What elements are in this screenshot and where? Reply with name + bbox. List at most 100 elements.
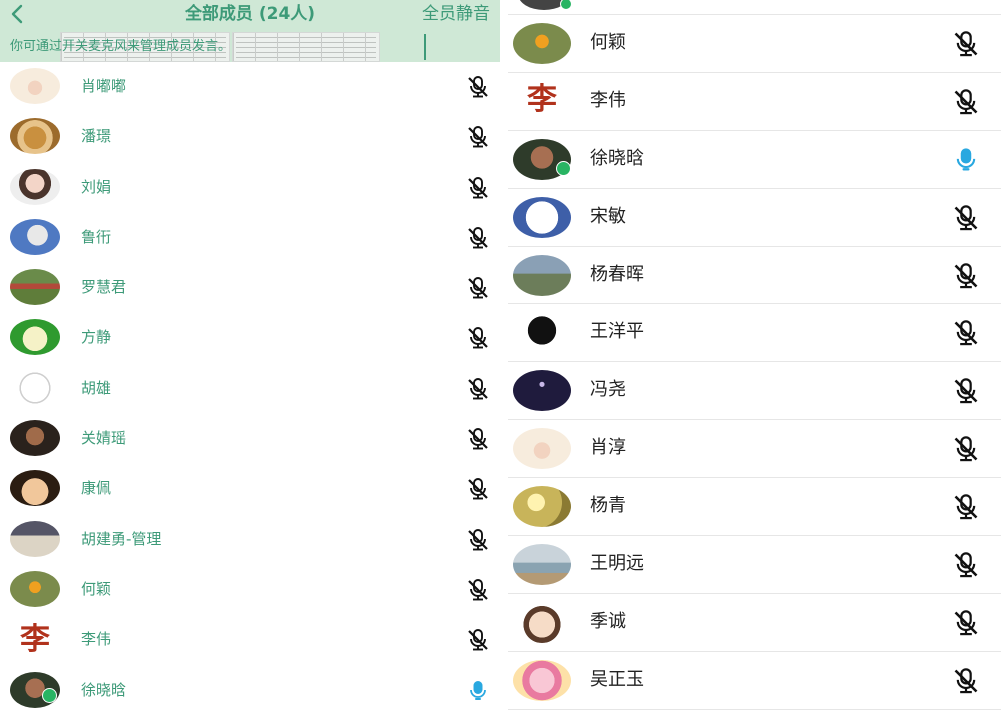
- member-list-item[interactable]: 王明远: [508, 536, 1001, 594]
- mic-toggle-off[interactable]: [952, 493, 980, 521]
- member-name: 徐晓晗: [590, 147, 644, 169]
- avatar: 李: [513, 80, 571, 122]
- member-name: 何颖: [590, 32, 626, 53]
- member-list-item[interactable]: 罗慧君: [0, 263, 500, 313]
- avatar: [513, 601, 571, 643]
- member-list-item[interactable]: 季诚: [508, 594, 1001, 652]
- mic-toggle-off[interactable]: [466, 276, 490, 300]
- avatar: [10, 118, 60, 155]
- mic-off-icon: [954, 204, 978, 230]
- member-list-item[interactable]: 胡建勇-管理: [0, 515, 500, 565]
- member-name: 杨春晖: [590, 263, 644, 285]
- member-name: 王明远: [590, 553, 644, 575]
- member-list-item[interactable]: 肖淳: [508, 420, 1001, 479]
- avatar: [10, 420, 60, 457]
- mic-off-icon: [468, 76, 488, 98]
- member-list-item[interactable]: 宋敏: [508, 189, 1001, 247]
- avatar: [513, 23, 571, 64]
- member-list-item[interactable]: 李李伟: [0, 615, 500, 665]
- member-name: 罗慧君: [81, 278, 127, 297]
- mute-all-button[interactable]: 全员静音: [422, 2, 490, 26]
- member-list-item[interactable]: 肖嘟嘟: [0, 62, 500, 112]
- member-list-item[interactable]: 徐晓晗: [0, 666, 500, 715]
- member-name: 肖嘟嘟: [81, 77, 127, 95]
- mic-toggle-off[interactable]: [466, 75, 490, 99]
- avatar: [10, 269, 60, 306]
- mic-toggle-off[interactable]: [466, 427, 490, 451]
- mic-toggle-off[interactable]: [466, 125, 490, 149]
- mic-off-icon: [954, 610, 978, 636]
- member-list-item[interactable]: 刘娟: [0, 163, 500, 213]
- back-button[interactable]: [6, 2, 30, 26]
- mic-toggle-off[interactable]: [466, 226, 490, 250]
- mic-toggle-off[interactable]: [952, 319, 980, 347]
- mic-off-icon: [954, 494, 978, 520]
- member-name: 胡建勇-管理: [81, 529, 162, 548]
- avatar: [10, 68, 60, 104]
- member-list-item[interactable]: 冯尧: [508, 362, 1001, 421]
- member-name: 胡雄: [81, 378, 112, 397]
- mic-toggle-off[interactable]: [466, 628, 490, 652]
- member-list-item[interactable]: 康佩: [0, 464, 500, 514]
- mic-toggle-off[interactable]: [952, 609, 980, 637]
- member-list-item[interactable]: 胡雄: [0, 364, 500, 414]
- mic-toggle-off[interactable]: [466, 528, 490, 552]
- member-name: 李伟: [81, 630, 112, 649]
- mic-toggle-off[interactable]: [952, 551, 980, 579]
- top-bar: 全部成员 (24人) 全员静音 你可通过开关麦克风来管理成员发言。: [0, 0, 500, 62]
- member-name: 季诚: [590, 610, 626, 632]
- hint-text: 你可通过开关麦克风来管理成员发言。: [10, 39, 232, 54]
- partial-list-item: [508, 0, 1001, 15]
- mic-toggle-off[interactable]: [952, 377, 980, 405]
- member-name: 吴正玉: [590, 668, 644, 690]
- member-list-item[interactable]: 方静: [0, 313, 500, 363]
- mic-off-icon: [468, 327, 488, 349]
- mic-toggle-off[interactable]: [466, 377, 490, 401]
- mic-toggle-off[interactable]: [466, 477, 490, 501]
- mic-off-icon: [468, 277, 488, 299]
- avatar: [10, 470, 60, 507]
- mic-on-icon: [956, 148, 976, 171]
- mic-toggle-off[interactable]: [952, 435, 980, 463]
- member-list-right: 何颖李李伟徐晓晗宋敏杨春晖王洋平 冯尧肖淳杨青王明远季诚吴正玉: [508, 15, 1001, 710]
- avatar: [513, 370, 571, 412]
- member-list-item[interactable]: 杨青: [508, 478, 1001, 537]
- member-list-item[interactable]: 王洋平: [508, 304, 1001, 363]
- member-name: 刘娟: [81, 177, 112, 196]
- mic-on-icon: [470, 680, 486, 700]
- member-list-item[interactable]: 杨春晖: [508, 247, 1001, 305]
- member-list-item[interactable]: 何颖: [0, 565, 500, 615]
- member-list-item[interactable]: 关婧瑶: [0, 414, 500, 464]
- member-list-item[interactable]: 何颖: [508, 15, 1001, 73]
- online-badge: [560, 0, 572, 10]
- avatar: [10, 369, 60, 406]
- mic-toggle-on[interactable]: [466, 679, 490, 703]
- mic-off-icon: [954, 320, 978, 346]
- mic-off-icon: [468, 377, 488, 400]
- member-name: 杨青: [590, 495, 626, 517]
- mic-off-icon: [954, 89, 978, 115]
- member-list-item[interactable]: 徐晓晗: [508, 131, 1001, 189]
- avatar: [513, 196, 571, 238]
- mic-off-icon: [468, 579, 488, 601]
- mic-toggle-off[interactable]: [466, 578, 490, 602]
- member-list-item[interactable]: 鲁衎: [0, 213, 500, 263]
- mic-toggle-off[interactable]: [952, 262, 980, 290]
- member-list-item[interactable]: 李李伟: [508, 73, 1001, 131]
- mic-toggle-off[interactable]: [952, 30, 980, 58]
- avatar: [513, 254, 571, 296]
- speaking-badge: [42, 687, 57, 703]
- member-list-item[interactable]: 潘璟: [0, 112, 500, 162]
- speaking-badge: [556, 160, 571, 176]
- mic-toggle-off[interactable]: [466, 176, 490, 200]
- mic-toggle-off[interactable]: [952, 204, 980, 232]
- mic-toggle-on[interactable]: [952, 146, 980, 174]
- mic-toggle-off[interactable]: [952, 88, 980, 116]
- mic-off-icon: [468, 629, 488, 651]
- member-name: 康佩: [81, 479, 112, 498]
- member-name: 肖淳: [590, 437, 626, 459]
- member-list-item[interactable]: 吴正玉: [508, 652, 1001, 710]
- mic-toggle-off[interactable]: [466, 326, 490, 350]
- member-name: 方静: [81, 328, 112, 347]
- mic-toggle-off[interactable]: [952, 667, 980, 695]
